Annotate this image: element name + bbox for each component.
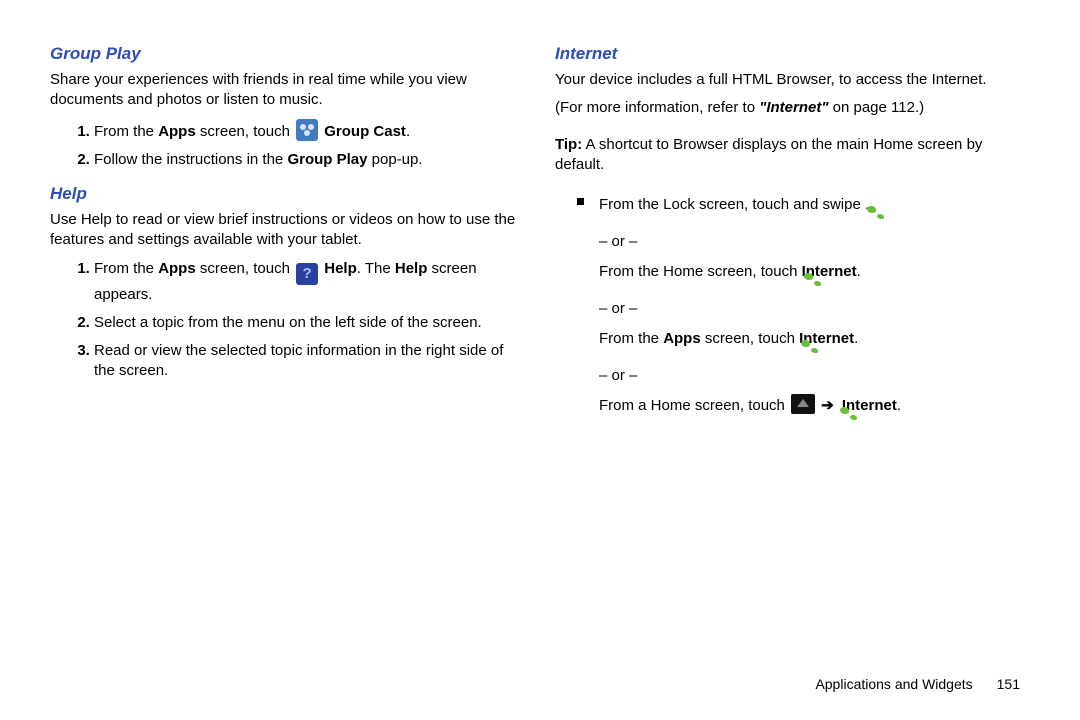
internet-bullet: From the Lock screen, touch and swipe . … xyxy=(599,191,1030,427)
heading-group-play: Group Play xyxy=(50,44,525,64)
right-column: Internet Your device includes a full HTM… xyxy=(555,40,1030,431)
group-play-steps: From the Apps screen, touch Group Cast. … xyxy=(50,119,525,171)
help-steps: From the Apps screen, touch Help. The He… xyxy=(50,259,525,382)
internet-bullets: From the Lock screen, touch and swipe . … xyxy=(555,191,1030,427)
left-column: Group Play Share your experiences with f… xyxy=(50,40,525,431)
up-arrow-icon xyxy=(791,394,815,414)
footer-section: Applications and Widgets xyxy=(815,676,972,692)
group-play-step-2: Follow the instructions in the Group Pla… xyxy=(94,150,525,170)
group-play-intro: Share your experiences with friends in r… xyxy=(50,70,525,111)
internet-tip: Tip: A shortcut to Browser displays on t… xyxy=(555,135,1030,176)
help-step-1: From the Apps screen, touch Help. The He… xyxy=(94,259,525,305)
page-footer: Applications and Widgets 151 xyxy=(815,676,1020,692)
heading-help: Help xyxy=(50,184,525,204)
footer-page-number: 151 xyxy=(997,676,1020,692)
help-intro: Use Help to read or view brief instructi… xyxy=(50,210,525,251)
group-play-step-1: From the Apps screen, touch Group Cast. xyxy=(94,119,525,142)
help-step-2: Select a topic from the menu on the left… xyxy=(94,313,525,333)
heading-internet: Internet xyxy=(555,44,1030,64)
help-step-3: Read or view the selected topic informat… xyxy=(94,341,525,382)
internet-ref: (For more information, refer to "Interne… xyxy=(555,98,1030,118)
help-icon xyxy=(296,263,318,285)
internet-intro: Your device includes a full HTML Browser… xyxy=(555,70,1030,90)
group-cast-icon xyxy=(296,119,318,141)
